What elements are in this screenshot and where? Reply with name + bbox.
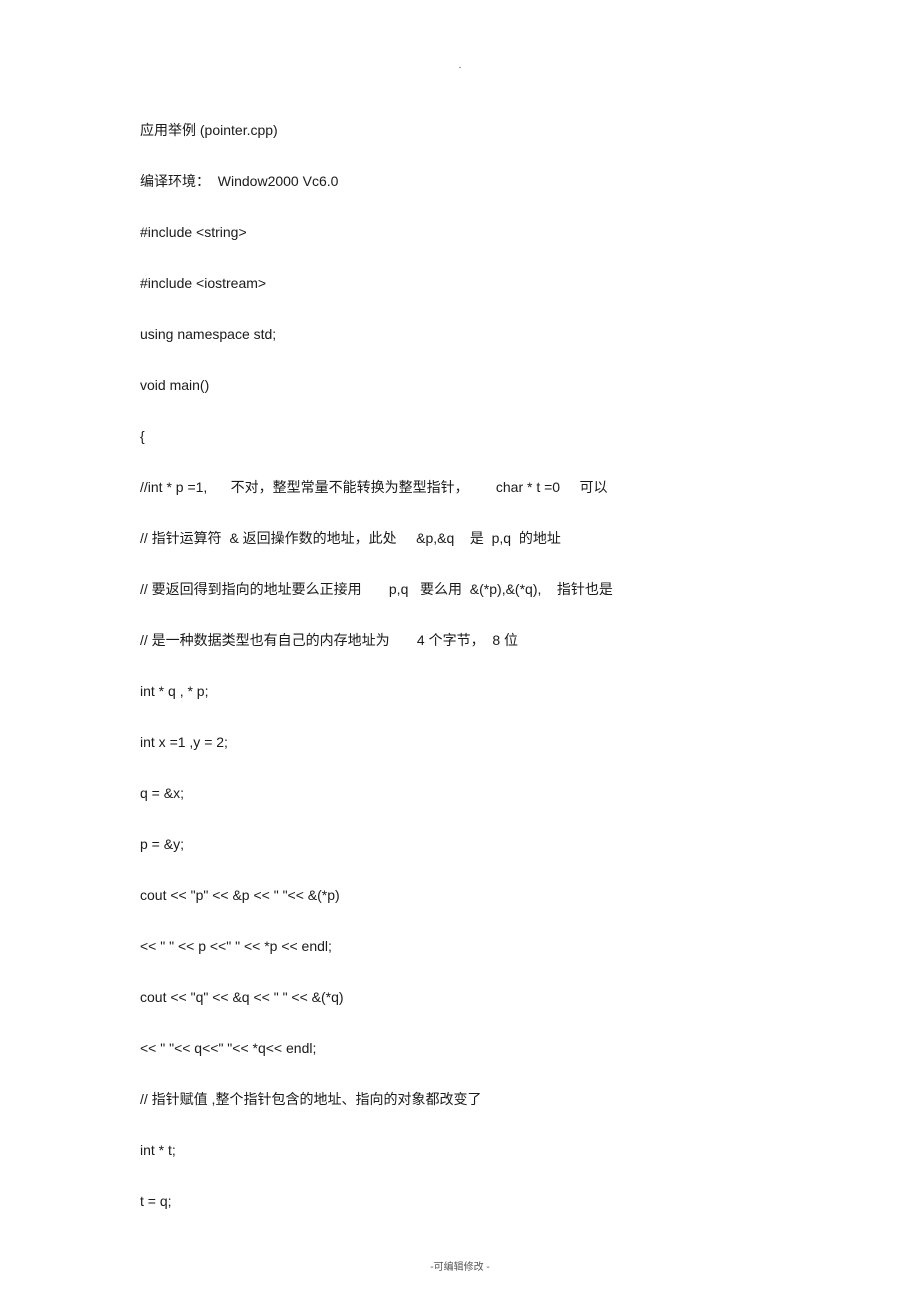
code-line: p = &y; — [140, 834, 780, 855]
code-line: void main() — [140, 375, 780, 396]
code-line: << " "<< q<<" "<< *q<< endl; — [140, 1038, 780, 1059]
code-line: 编译环境： Window2000 Vc6.0 — [140, 171, 780, 192]
code-line: cout << "p" << &p << " "<< &(*p) — [140, 885, 780, 906]
code-line: 应用举例 (pointer.cpp) — [140, 120, 780, 141]
code-line: using namespace std; — [140, 324, 780, 345]
code-line: // 指针运算符 & 返回操作数的地址，此处 &p,&q 是 p,q 的地址 — [140, 528, 780, 549]
document-page: . 应用举例 (pointer.cpp) 编译环境： Window2000 Vc… — [0, 0, 920, 1303]
code-line: t = q; — [140, 1191, 780, 1212]
code-line: q = &x; — [140, 783, 780, 804]
footer-text: -可编辑修改 - — [0, 1258, 920, 1273]
code-line: << " " << p <<" " << *p << endl; — [140, 936, 780, 957]
code-line: int * t; — [140, 1140, 780, 1161]
code-line: int x =1 ,y = 2; — [140, 732, 780, 753]
code-line: // 指针赋值 ,整个指针包含的地址、指向的对象都改变了 — [140, 1089, 780, 1110]
code-line: int * q , * p; — [140, 681, 780, 702]
code-line: #include <iostream> — [140, 273, 780, 294]
code-line: #include <string> — [140, 222, 780, 243]
code-line: // 是一种数据类型也有自己的内存地址为 4 个字节， 8 位 — [140, 630, 780, 651]
code-line: { — [140, 426, 780, 447]
code-line: cout << "q" << &q << " " << &(*q) — [140, 987, 780, 1008]
code-line: //int * p =1, 不对，整型常量不能转换为整型指针， char * t… — [140, 477, 780, 498]
code-line: // 要返回得到指向的地址要么正接用 p,q 要么用 &(*p),&(*q), … — [140, 579, 780, 600]
top-mark: . — [459, 60, 462, 71]
